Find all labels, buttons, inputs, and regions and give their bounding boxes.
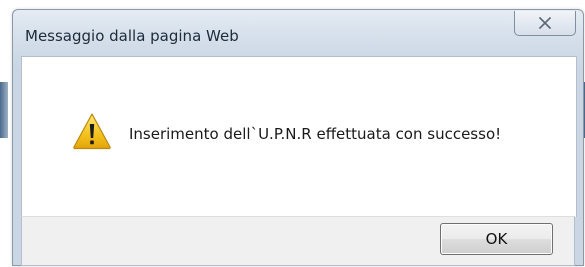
close-button[interactable] xyxy=(514,11,576,36)
warning-icon xyxy=(73,113,111,150)
dialog-title: Messaggio dalla pagina Web xyxy=(25,27,239,45)
ok-button[interactable]: OK xyxy=(440,223,553,255)
dialog-message: Inserimento dell`U.P.N.R effettuata con … xyxy=(129,125,502,143)
dialog-footer: OK xyxy=(21,216,575,266)
background-window-edge-left xyxy=(0,82,8,138)
dialog-content: Inserimento dell`U.P.N.R effettuata con … xyxy=(21,56,577,217)
close-icon xyxy=(538,17,552,29)
message-dialog: Messaggio dalla pagina Web Inserimento d… xyxy=(12,9,584,266)
dialog-titlebar[interactable]: Messaggio dalla pagina Web xyxy=(13,10,583,56)
